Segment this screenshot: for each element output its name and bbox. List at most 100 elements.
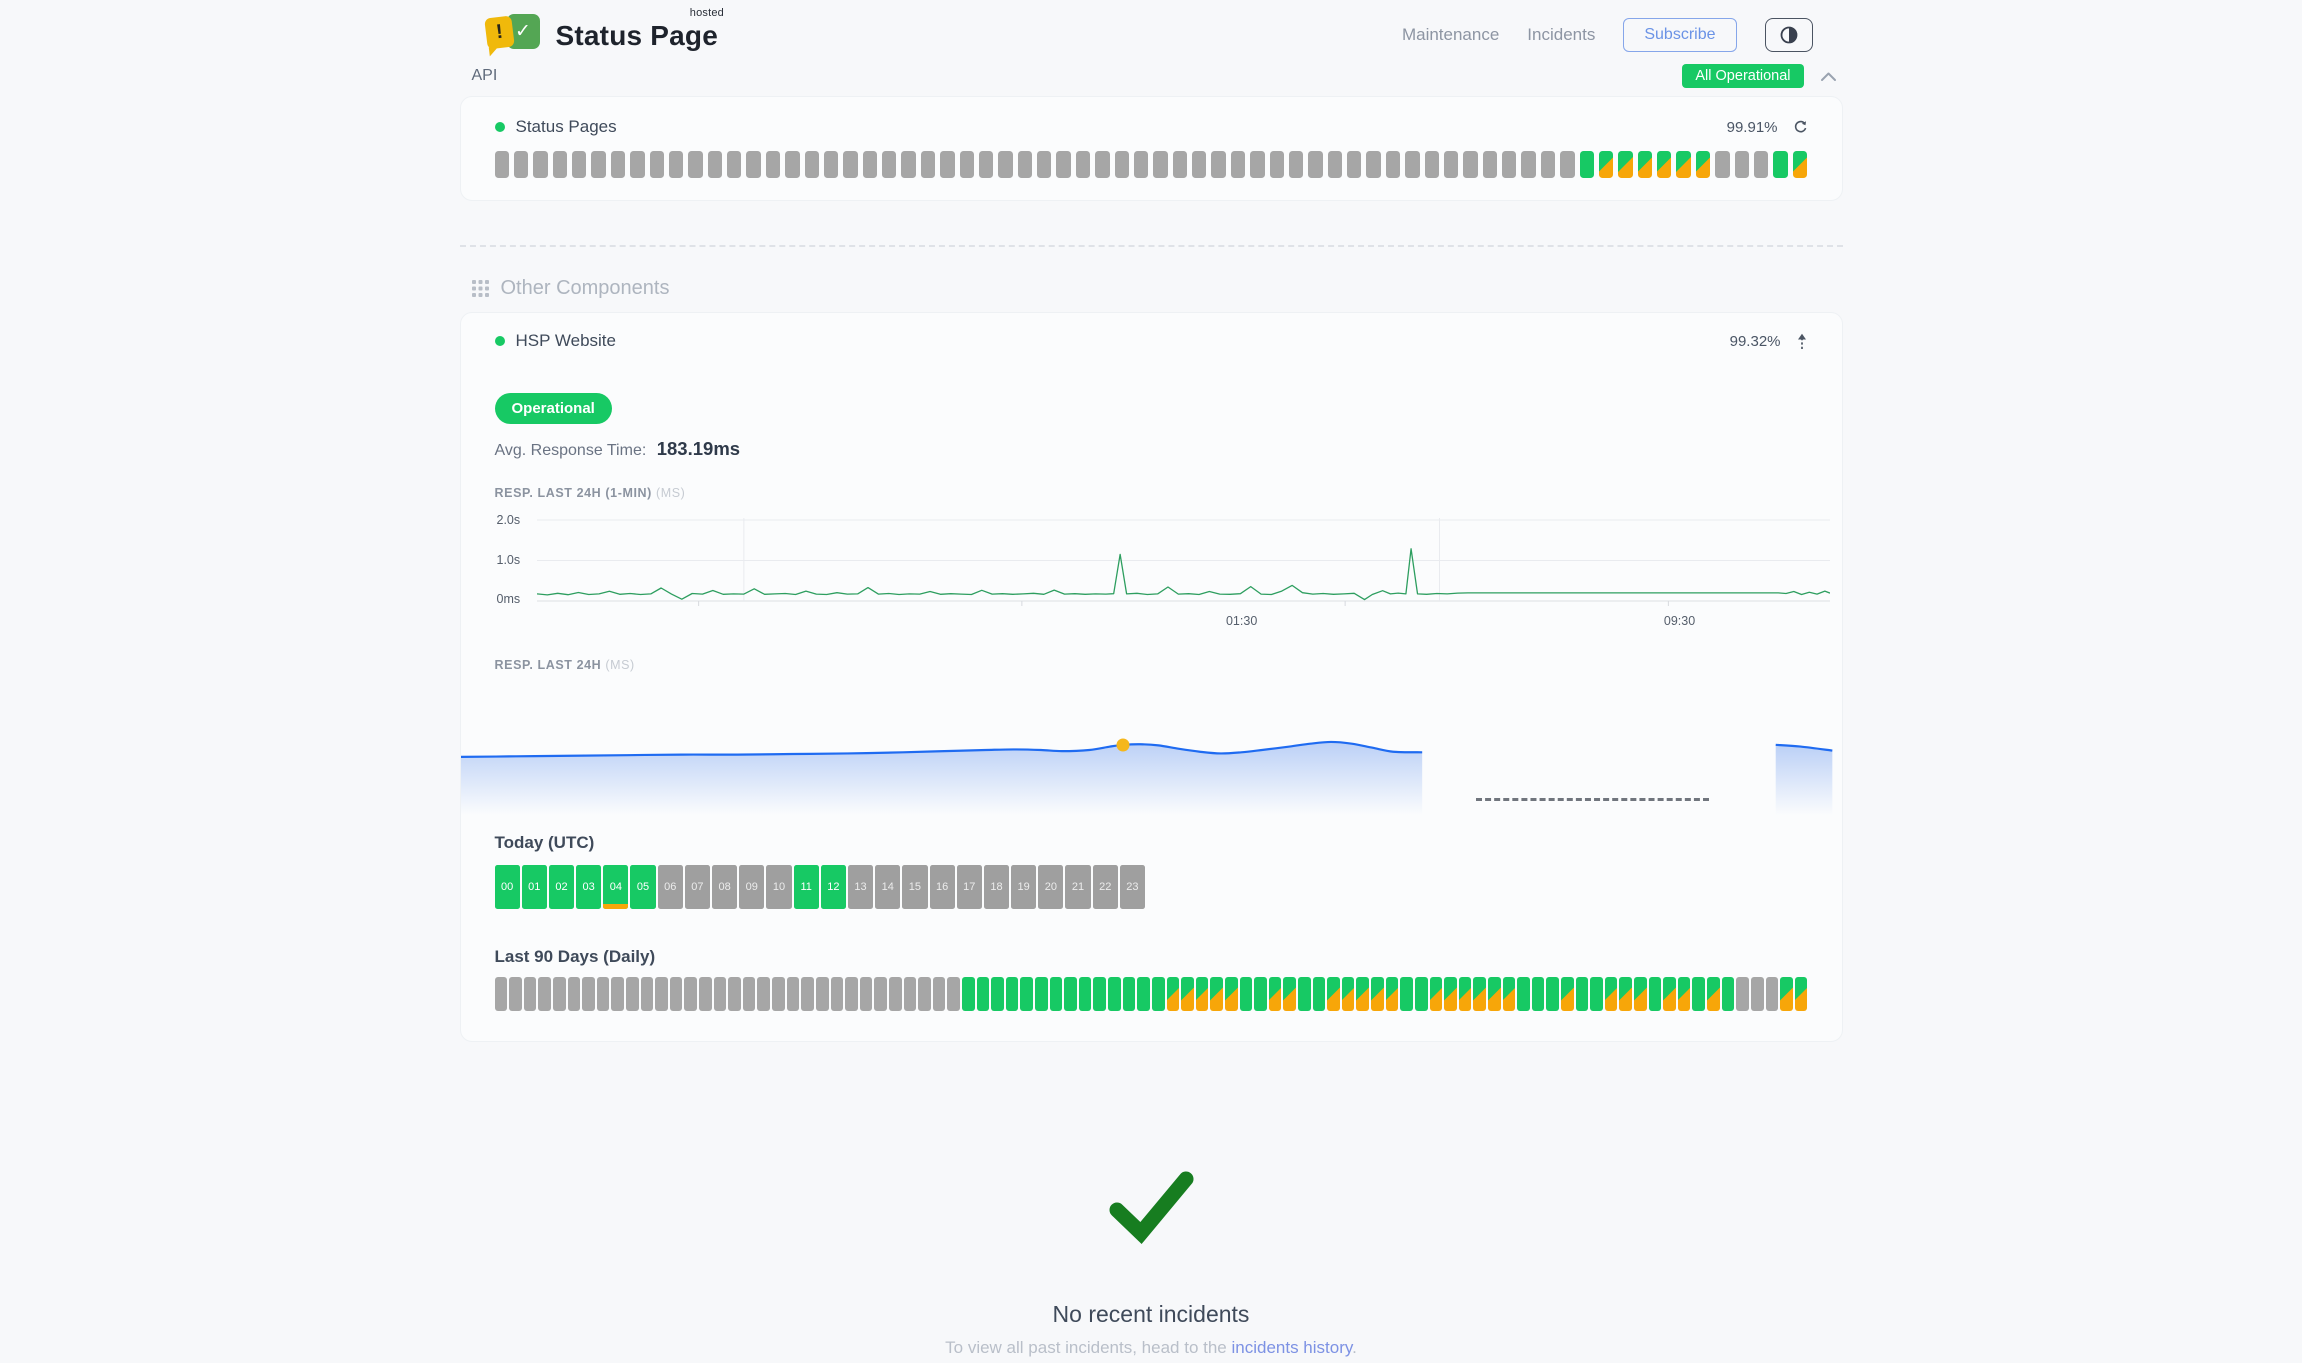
hour-block[interactable]: 10 xyxy=(766,865,791,909)
day-bar[interactable] xyxy=(947,977,960,1011)
uptime-bar[interactable] xyxy=(1444,151,1458,178)
day-bar[interactable] xyxy=(1327,977,1340,1011)
day-bar[interactable] xyxy=(1167,977,1180,1011)
day-bar[interactable] xyxy=(1663,977,1676,1011)
uptime-bar[interactable] xyxy=(1134,151,1148,178)
day-bar[interactable] xyxy=(611,977,624,1011)
hour-block[interactable]: 04 xyxy=(603,865,628,909)
uptime-bar[interactable] xyxy=(533,151,547,178)
uptime-bar[interactable] xyxy=(1541,151,1555,178)
hour-block[interactable]: 23 xyxy=(1120,865,1145,909)
day-bar[interactable] xyxy=(509,977,522,1011)
uptime-bar[interactable] xyxy=(1676,151,1690,178)
day-bar[interactable] xyxy=(1269,977,1282,1011)
day-bar[interactable] xyxy=(1298,977,1311,1011)
incidents-history-link[interactable]: incidents history xyxy=(1231,1338,1352,1357)
day-bar[interactable] xyxy=(1634,977,1647,1011)
day-bar[interactable] xyxy=(889,977,902,1011)
hour-block[interactable]: 16 xyxy=(930,865,955,909)
day-bar[interactable] xyxy=(860,977,873,1011)
day-bar[interactable] xyxy=(1561,977,1574,1011)
refresh-button[interactable] xyxy=(1793,120,1808,135)
uptime-bar[interactable] xyxy=(1773,151,1787,178)
uptime-bar[interactable] xyxy=(1638,151,1652,178)
day-bar[interactable] xyxy=(1064,977,1077,1011)
uptime-bar[interactable] xyxy=(611,151,625,178)
chart-marker-dot[interactable] xyxy=(1117,738,1130,751)
day-bar[interactable] xyxy=(1503,977,1516,1011)
uptime-bar[interactable] xyxy=(746,151,760,178)
scroll-top-button[interactable] xyxy=(1796,333,1808,350)
uptime-bar[interactable] xyxy=(688,151,702,178)
day-bar[interactable] xyxy=(524,977,537,1011)
uptime-bar[interactable] xyxy=(1270,151,1284,178)
day-bar[interactable] xyxy=(1093,977,1106,1011)
hour-block[interactable]: 03 xyxy=(576,865,601,909)
hour-block[interactable]: 00 xyxy=(495,865,520,909)
day-bar[interactable] xyxy=(757,977,770,1011)
day-bar[interactable] xyxy=(1751,977,1764,1011)
uptime-bar[interactable] xyxy=(1560,151,1574,178)
day-bar[interactable] xyxy=(1342,977,1355,1011)
day-bar[interactable] xyxy=(1181,977,1194,1011)
uptime-bar[interactable] xyxy=(1173,151,1187,178)
day-bar[interactable] xyxy=(918,977,931,1011)
uptime-bar[interactable] xyxy=(1095,151,1109,178)
uptime-bar[interactable] xyxy=(1754,151,1768,178)
theme-toggle-button[interactable] xyxy=(1765,18,1813,52)
day-bar[interactable] xyxy=(743,977,756,1011)
chart1-plot-area[interactable] xyxy=(537,518,1830,608)
day-bar[interactable] xyxy=(714,977,727,1011)
day-bar[interactable] xyxy=(1152,977,1165,1011)
uptime-bar[interactable] xyxy=(1076,151,1090,178)
uptime-bar[interactable] xyxy=(940,151,954,178)
uptime-bar[interactable] xyxy=(1250,151,1264,178)
day-bar[interactable] xyxy=(1108,977,1121,1011)
day-bar[interactable] xyxy=(728,977,741,1011)
day-bar[interactable] xyxy=(699,977,712,1011)
uptime-bar[interactable] xyxy=(1366,151,1380,178)
uptime-bar[interactable] xyxy=(882,151,896,178)
uptime-bar[interactable] xyxy=(785,151,799,178)
day-bar[interactable] xyxy=(1473,977,1486,1011)
day-bar[interactable] xyxy=(655,977,668,1011)
uptime-bar[interactable] xyxy=(1308,151,1322,178)
uptime-bar[interactable] xyxy=(1735,151,1749,178)
day-bar[interactable] xyxy=(831,977,844,1011)
day-bar[interactable] xyxy=(641,977,654,1011)
uptime-bar[interactable] xyxy=(1056,151,1070,178)
hour-block[interactable]: 12 xyxy=(821,865,846,909)
hour-block[interactable]: 09 xyxy=(739,865,764,909)
uptime-bar[interactable] xyxy=(998,151,1012,178)
day-bar[interactable] xyxy=(1313,977,1326,1011)
uptime-bar[interactable] xyxy=(1696,151,1710,178)
uptime-bar[interactable] xyxy=(824,151,838,178)
day-bar[interactable] xyxy=(991,977,1004,1011)
uptime-bar[interactable] xyxy=(630,151,644,178)
day-bar[interactable] xyxy=(1210,977,1223,1011)
day-bar[interactable] xyxy=(684,977,697,1011)
uptime-bar[interactable] xyxy=(1657,151,1671,178)
hour-block[interactable]: 07 xyxy=(685,865,710,909)
uptime-bar[interactable] xyxy=(1405,151,1419,178)
day-bar[interactable] xyxy=(1430,977,1443,1011)
uptime-bar[interactable] xyxy=(1211,151,1225,178)
day-bar[interactable] xyxy=(787,977,800,1011)
day-bar[interactable] xyxy=(874,977,887,1011)
day-bar[interactable] xyxy=(1240,977,1253,1011)
uptime-bar[interactable] xyxy=(1521,151,1535,178)
hour-block[interactable]: 19 xyxy=(1011,865,1036,909)
uptime-bar[interactable] xyxy=(669,151,683,178)
uptime-bar[interactable] xyxy=(553,151,567,178)
hour-block[interactable]: 08 xyxy=(712,865,737,909)
uptime-bar[interactable] xyxy=(1580,151,1594,178)
day-bar[interactable] xyxy=(1649,977,1662,1011)
day-bar[interactable] xyxy=(1444,977,1457,1011)
hour-block[interactable]: 14 xyxy=(875,865,900,909)
uptime-bar[interactable] xyxy=(901,151,915,178)
uptime-bar[interactable] xyxy=(979,151,993,178)
uptime-bar[interactable] xyxy=(514,151,528,178)
uptime-bar[interactable] xyxy=(1115,151,1129,178)
hour-block[interactable]: 02 xyxy=(549,865,574,909)
day-bar[interactable] xyxy=(1123,977,1136,1011)
